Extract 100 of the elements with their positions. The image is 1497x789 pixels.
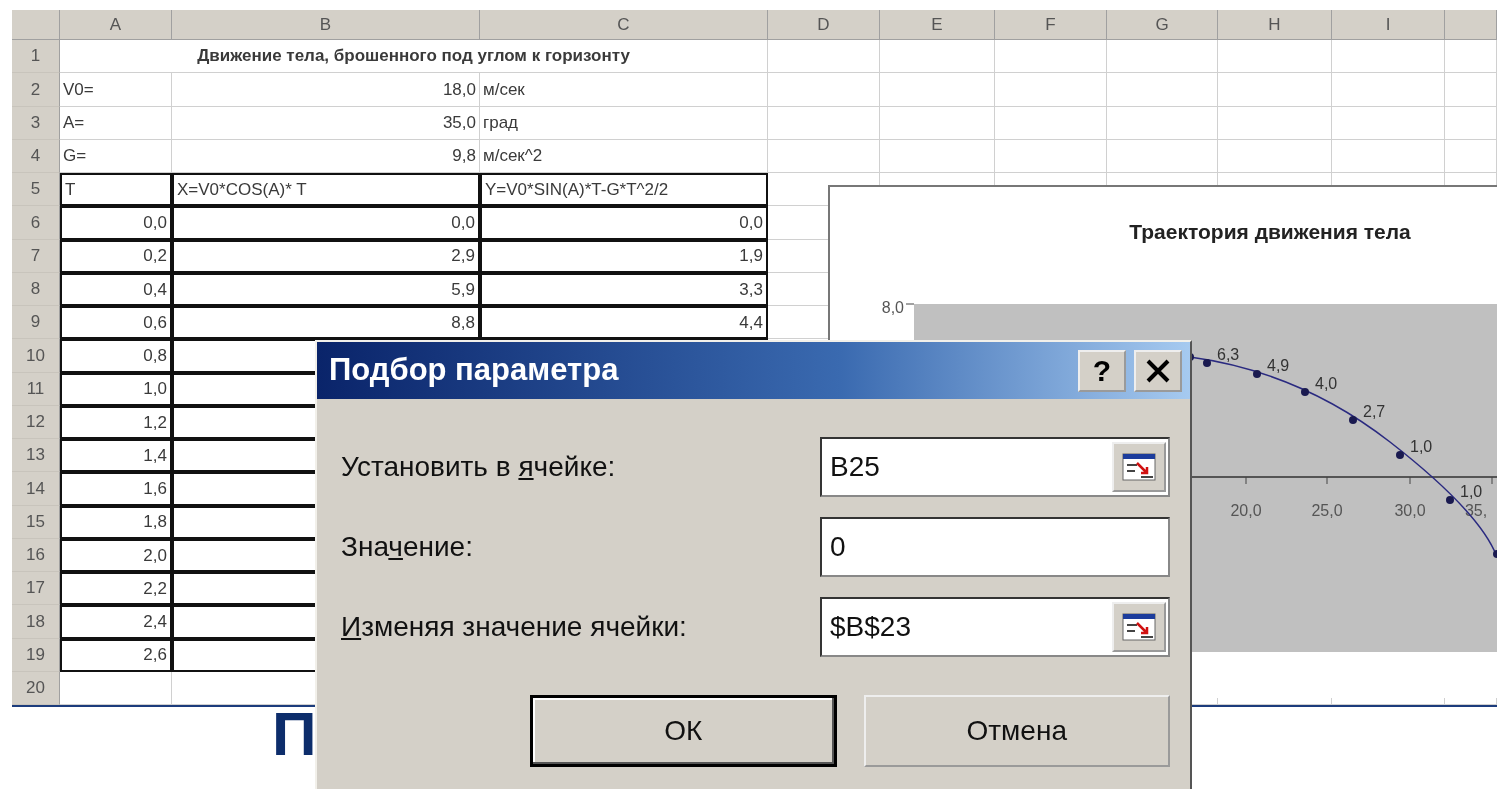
table-cell: V0= [60,73,172,107]
cell-select-icon [1121,611,1157,643]
table-cell: 1,4 [60,439,172,473]
dialog-button[interactable]: ОК [530,695,837,767]
table-cell: 0,0 [60,206,172,240]
row-header[interactable]: 5 [12,173,60,207]
row-header[interactable]: 12 [12,405,60,439]
data-label: 4,0 [1315,375,1338,392]
reference-button[interactable] [1112,602,1166,652]
table-cell: Движение тела, брошенного под углом к горизонту [60,40,768,74]
column-header[interactable]: F [995,10,1107,40]
table-cell: м/сек^2 [480,139,768,173]
row-header[interactable]: 3 [12,106,60,140]
data-label: 6,3 [1217,346,1240,363]
table-cell: 1,6 [60,472,172,506]
data-label: 2,7 [1363,403,1386,420]
axis-label: 25,0 [1311,502,1343,519]
row-header[interactable]: 1 [12,40,60,74]
field-label: Значение: [341,530,474,564]
row-header[interactable]: 9 [12,306,60,340]
row-header[interactable]: 13 [12,439,60,473]
data-point [1446,496,1454,504]
reference-button[interactable] [1112,442,1166,492]
table-cell: 9,8 [172,139,480,173]
axis-label: 35, [1464,502,1488,519]
axis-label: 30,0 [1394,502,1426,519]
column-header[interactable]: A [60,10,172,40]
data-point [1203,359,1211,367]
table-cell: 4,4 [480,306,768,340]
table-cell: 0,6 [60,306,172,340]
table-cell: 35,0 [172,106,480,140]
table-cell: 2,6 [60,638,172,672]
dialog-button[interactable]: Отмена [863,695,1170,767]
row-header[interactable]: 15 [12,505,60,539]
data-point [1301,388,1309,396]
table-cell: 1,9 [480,239,768,273]
cell-select-icon [1121,451,1157,483]
data-label: 4,9 [1267,357,1290,374]
field-label: Изменяя значение ячейки: [341,610,688,644]
table-cell: 0,2 [60,239,172,273]
table-cell: 2,9 [172,239,480,273]
chart-title: Траектория движения тела [1129,220,1411,243]
axis-label: 20,0 [1230,502,1262,519]
column-header[interactable]: E [880,10,995,40]
row-header[interactable]: 17 [12,572,60,606]
table-cell: 3,3 [480,272,768,306]
table-cell: 18,0 [172,73,480,107]
row-header[interactable]: 16 [12,538,60,572]
help-button[interactable]: ? [1078,349,1126,392]
table-cell: G= [60,139,172,173]
data-point [1253,370,1261,378]
table-cell: 0,4 [60,272,172,306]
data-point [1349,416,1357,424]
table-cell: 0,0 [480,206,768,240]
table-cell [1445,73,1497,107]
row-header[interactable]: 18 [12,605,60,639]
table-cell: 0,8 [60,339,172,373]
table-cell: 2,0 [60,538,172,572]
row-header[interactable]: 10 [12,339,60,373]
close-icon [1145,358,1171,383]
column-header[interactable]: D [768,10,880,40]
table-cell: 5,9 [172,272,480,306]
column-header[interactable]: B [172,10,480,40]
table-cell: 8,8 [172,306,480,340]
data-point [1396,451,1404,459]
table-cell: 2,4 [60,605,172,639]
row-header[interactable]: 6 [12,206,60,240]
table-cell: 1,2 [60,405,172,439]
data-label: 1,0 [1410,438,1433,455]
row-header[interactable]: 14 [12,472,60,506]
column-header[interactable]: G [1107,10,1218,40]
data-point [1493,550,1497,558]
row-header[interactable]: 11 [12,372,60,406]
table-cell [1445,106,1497,140]
row-header[interactable]: 2 [12,73,60,107]
table-cell: 1,0 [60,372,172,406]
row-header[interactable]: 8 [12,272,60,306]
row-header[interactable]: 19 [12,638,60,672]
row-header[interactable]: 20 [12,671,60,705]
table-cell [1445,40,1497,74]
table-cell: X=V0*COS(A)* T [172,173,480,207]
column-header[interactable]: C [480,10,768,40]
column-header[interactable]: I [1332,10,1445,40]
table-cell: 0,0 [172,206,480,240]
slide-text: П [272,707,317,761]
dialog-title: Подбор параметра [329,351,620,390]
table-cell: 2,2 [60,572,172,606]
table-cell: 1,8 [60,505,172,539]
table-cell: м/сек [480,73,768,107]
close-button[interactable] [1134,349,1182,392]
field-label: Установить в ячейке: [341,450,617,484]
column-header[interactable]: H [1218,10,1332,40]
row-header[interactable]: 4 [12,139,60,173]
input-field[interactable]: 0 [820,517,1170,577]
table-cell: T [60,173,172,207]
row-header[interactable]: 7 [12,239,60,273]
axis-label: 8,0 [881,299,904,316]
table-cell: A= [60,106,172,140]
table-cell: град [480,106,768,140]
table-cell: Y=V0*SIN(A)*T-G*T^2/2 [480,173,768,207]
